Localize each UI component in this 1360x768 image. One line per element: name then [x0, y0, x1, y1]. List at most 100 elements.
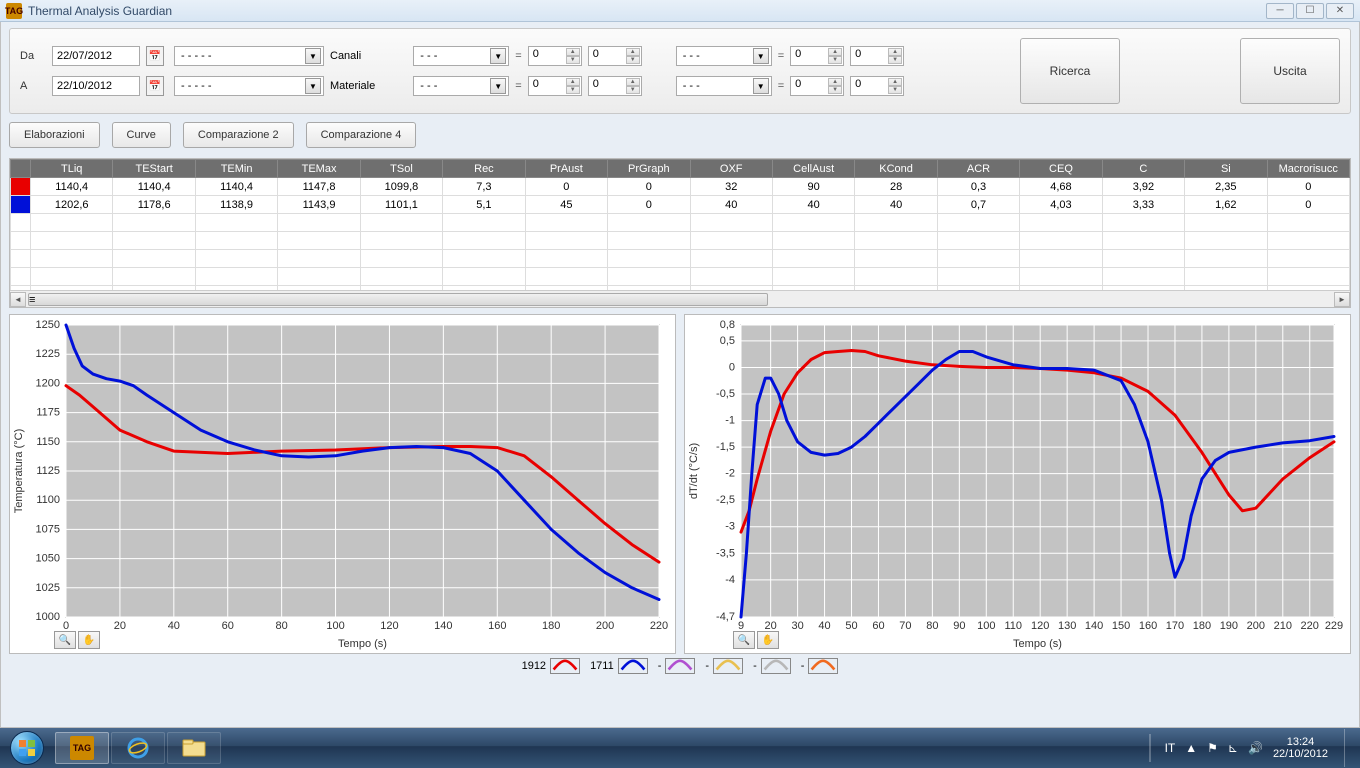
table-cell: 5,1	[443, 196, 525, 214]
column-header[interactable]: TEMin	[195, 160, 277, 178]
column-header[interactable]	[11, 160, 31, 178]
close-button[interactable]: ✕	[1326, 3, 1354, 19]
ricerca-button[interactable]: Ricerca	[1020, 38, 1120, 104]
comparazione2-button[interactable]: Comparazione 2	[183, 122, 294, 148]
data-grid[interactable]: TLiqTEStartTEMinTEMaxTSolRecPrAustPrGrap…	[10, 159, 1350, 290]
column-header[interactable]: CellAust	[772, 160, 854, 178]
taskbar-clock[interactable]: 13:24 22/10/2012	[1273, 736, 1328, 760]
curve-button[interactable]: Curve	[112, 122, 171, 148]
network-icon[interactable]: ⊾	[1228, 741, 1238, 755]
volume-icon[interactable]: 🔊	[1248, 741, 1263, 755]
language-indicator[interactable]: IT	[1165, 741, 1176, 755]
legend-item: 1711	[590, 658, 648, 674]
dropdown-arrow-icon: ▼	[305, 78, 321, 94]
column-header[interactable]: TSol	[360, 160, 442, 178]
param-min-input[interactable]: 0▲▼	[790, 76, 844, 96]
param-combo[interactable]: - - -▼	[676, 46, 772, 66]
da-date-input[interactable]	[52, 46, 140, 66]
legend-item: 1912	[522, 658, 580, 674]
canali-combo[interactable]: - - - - -▼	[174, 46, 324, 66]
param-combo[interactable]: - - -▼	[413, 76, 509, 96]
column-header[interactable]: OXF	[690, 160, 772, 178]
param-min-input[interactable]: 0▲▼	[528, 46, 582, 66]
column-header[interactable]: C	[1102, 160, 1184, 178]
table-cell: 0,3	[937, 178, 1019, 196]
svg-text:-2,5: -2,5	[716, 494, 735, 506]
maximize-button[interactable]: ☐	[1296, 3, 1324, 19]
horizontal-scrollbar[interactable]: ◄ ≡ ►	[10, 290, 1350, 307]
param-max-input[interactable]: 0▲▼	[588, 46, 642, 66]
table-cell: 0	[1267, 178, 1349, 196]
column-header[interactable]: PrGraph	[608, 160, 690, 178]
toolbar: Elaborazioni Curve Comparazione 2 Compar…	[9, 122, 1351, 148]
uscita-button[interactable]: Uscita	[1240, 38, 1340, 104]
zoom-button[interactable]: 🔍	[54, 631, 76, 649]
param-max-input[interactable]: 0▲▼	[588, 76, 642, 96]
chart-legend: 19121711----	[9, 658, 1351, 674]
column-header[interactable]: Macrorisucc	[1267, 160, 1349, 178]
taskbar-app-ie[interactable]	[111, 732, 165, 764]
column-header[interactable]: TEStart	[113, 160, 195, 178]
action-center-icon[interactable]: ⚑	[1207, 741, 1218, 755]
start-button[interactable]	[0, 728, 54, 768]
svg-text:140: 140	[1085, 620, 1103, 632]
param-max-input[interactable]: 0▲▼	[850, 76, 904, 96]
svg-text:1025: 1025	[36, 582, 60, 594]
table-cell: 3,33	[1102, 196, 1184, 214]
pan-button[interactable]: ✋	[757, 631, 779, 649]
a-date-input[interactable]	[52, 76, 140, 96]
table-cell: 1143,9	[278, 196, 360, 214]
table-cell: 2,35	[1185, 178, 1267, 196]
svg-text:1175: 1175	[36, 407, 60, 419]
column-header[interactable]: Si	[1185, 160, 1267, 178]
column-header[interactable]: TEMax	[278, 160, 360, 178]
show-desktop-button[interactable]	[1344, 729, 1352, 767]
table-cell: 1140,4	[195, 178, 277, 196]
param-combo[interactable]: - - -▼	[676, 76, 772, 96]
table-cell: 0	[608, 178, 690, 196]
param-combo[interactable]: - - -▼	[413, 46, 509, 66]
column-header[interactable]: TLiq	[31, 160, 113, 178]
param-min-input[interactable]: 0▲▼	[528, 76, 582, 96]
table-cell: 7,3	[443, 178, 525, 196]
minimize-button[interactable]: ─	[1266, 3, 1294, 19]
derivative-chart: 9203040506070809010011012013014015016017…	[684, 314, 1351, 654]
tray-up-icon[interactable]: ▲	[1185, 741, 1197, 755]
column-header[interactable]: Rec	[443, 160, 525, 178]
comparazione4-button[interactable]: Comparazione 4	[306, 122, 417, 148]
da-label: Da	[20, 50, 46, 62]
scroll-right-icon[interactable]: ►	[1334, 292, 1350, 307]
scroll-left-icon[interactable]: ◄	[10, 292, 26, 307]
da-calendar-button[interactable]: 📅	[146, 46, 164, 66]
column-header[interactable]: KCond	[855, 160, 937, 178]
a-calendar-button[interactable]: 📅	[146, 76, 164, 96]
table-cell: 0	[525, 178, 607, 196]
param-min-input[interactable]: 0▲▼	[790, 46, 844, 66]
taskbar-app-tag[interactable]: TAG	[55, 732, 109, 764]
svg-text:60: 60	[872, 620, 884, 632]
svg-text:1250: 1250	[36, 319, 60, 331]
column-header[interactable]: CEQ	[1020, 160, 1102, 178]
svg-text:220: 220	[650, 620, 668, 632]
param-max-input[interactable]: 0▲▼	[850, 46, 904, 66]
zoom-button[interactable]: 🔍	[733, 631, 755, 649]
column-header[interactable]: ACR	[937, 160, 1019, 178]
svg-text:1100: 1100	[36, 494, 60, 506]
svg-text:-3,5: -3,5	[716, 547, 735, 559]
taskbar-app-explorer[interactable]	[167, 732, 221, 764]
svg-text:40: 40	[168, 620, 180, 632]
svg-text:180: 180	[1193, 620, 1211, 632]
svg-text:40: 40	[818, 620, 830, 632]
table-row[interactable]: 1202,61178,61138,91143,91101,15,14504040…	[11, 196, 1350, 214]
table-row[interactable]: 1140,41140,41140,41147,81099,87,30032902…	[11, 178, 1350, 196]
elaborazioni-button[interactable]: Elaborazioni	[9, 122, 100, 148]
materiale-combo[interactable]: - - - - -▼	[174, 76, 324, 96]
row-color-swatch	[11, 196, 31, 214]
pan-button[interactable]: ✋	[78, 631, 100, 649]
legend-label: -	[801, 660, 805, 672]
column-header[interactable]: PrAust	[525, 160, 607, 178]
svg-text:130: 130	[1058, 620, 1076, 632]
legend-label: -	[658, 660, 662, 672]
scrollbar-thumb[interactable]: ≡	[28, 293, 768, 306]
materiale-label: Materiale	[330, 80, 375, 92]
